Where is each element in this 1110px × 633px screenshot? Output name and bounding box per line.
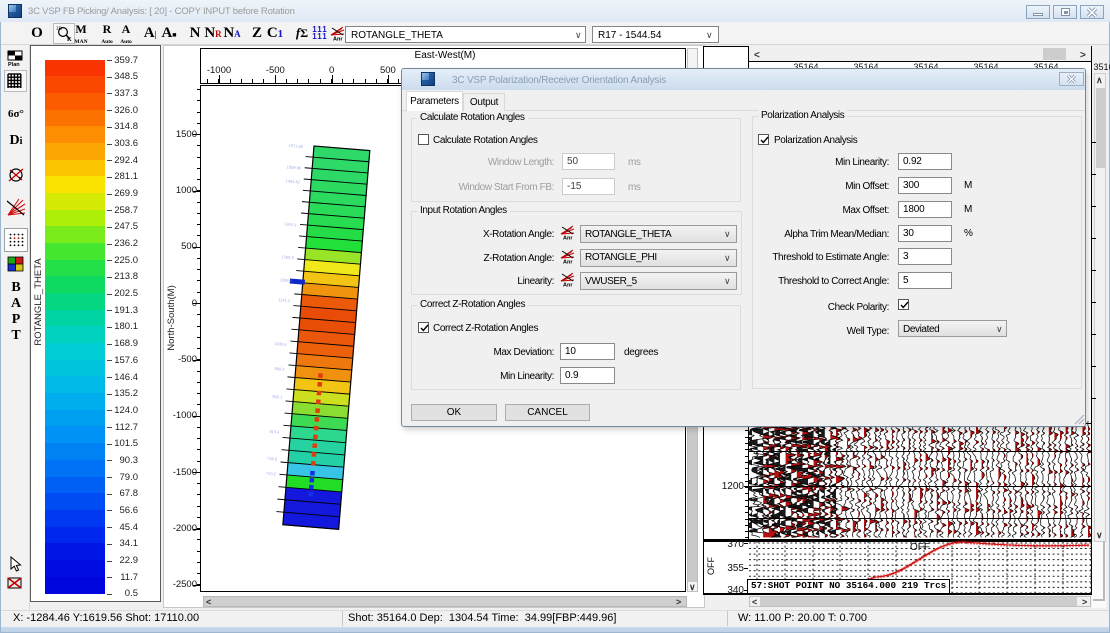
svg-text:Anr: Anr — [563, 236, 573, 241]
svg-text:Anr: Anr — [563, 259, 573, 264]
svg-text:Anr: Anr — [563, 283, 573, 288]
